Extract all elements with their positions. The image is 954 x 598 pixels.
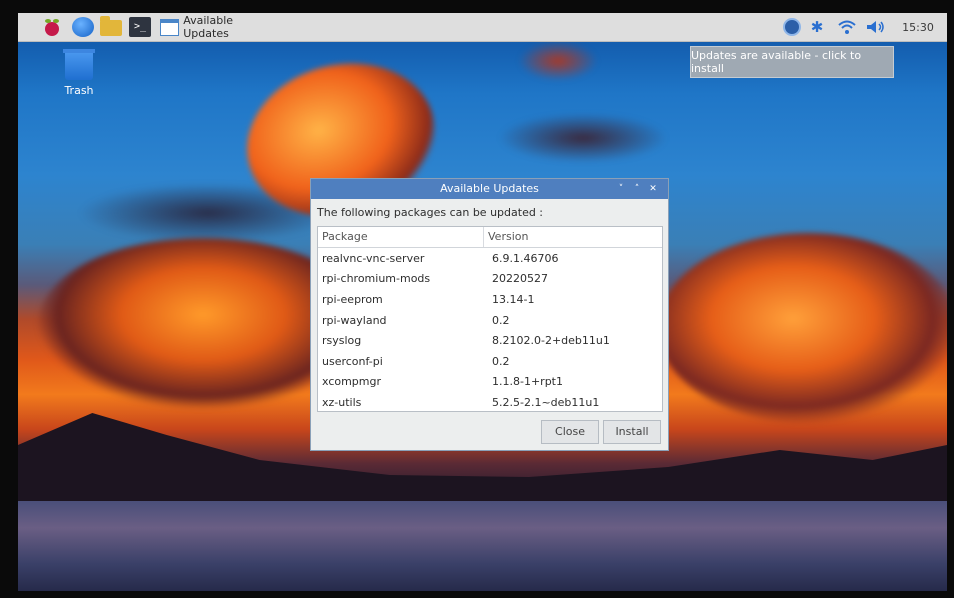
package-version: 8.2102.0-2+deb11u1 xyxy=(492,334,610,348)
bluetooth-icon[interactable]: ✱ xyxy=(808,16,826,38)
dialog-title: Available Updates xyxy=(440,182,539,195)
list-header: Package Version xyxy=(318,227,662,248)
taskbar-window-button[interactable]: Available Updates xyxy=(160,14,278,40)
available-updates-dialog: Available Updates ˅ ˄ ✕ The following pa… xyxy=(310,178,669,451)
install-button[interactable]: Install xyxy=(603,420,661,444)
table-row[interactable]: rsyslog 8.2102.0-2+deb11u1 xyxy=(318,330,662,351)
trash-icon xyxy=(63,49,95,80)
package-version: 5.2.5-2.1~deb11u1 xyxy=(492,395,600,409)
table-row[interactable]: rpi-eeprom 13.14-1 xyxy=(318,289,662,310)
update-notification[interactable]: Updates are available - click to install xyxy=(690,46,894,78)
wallpaper-cloud xyxy=(498,113,668,163)
taskbar-window-title: Available Updates xyxy=(183,14,234,40)
package-name: realvnc-vnc-server xyxy=(322,251,425,265)
terminal-icon[interactable]: >_ xyxy=(129,17,151,37)
trash-label: Trash xyxy=(64,84,94,97)
table-row[interactable]: rpi-chromium-mods 20220527 xyxy=(318,269,662,290)
wallpaper-sea xyxy=(18,501,947,591)
package-version: 1.1.8-1+rpt1 xyxy=(492,375,563,389)
package-version: 6.9.1.46706 xyxy=(492,251,559,265)
package-name: rpi-eeprom xyxy=(322,292,383,306)
taskbar: >_ Available Updates ✱ 15:30 xyxy=(18,13,947,42)
close-icon[interactable]: ✕ xyxy=(646,179,660,199)
column-header-package[interactable]: Package xyxy=(318,227,484,247)
web-browser-icon[interactable] xyxy=(72,17,94,37)
table-row[interactable]: xz-utils 5.2.5-2.1~deb11u1 xyxy=(318,392,662,413)
package-version: 13.14-1 xyxy=(492,292,535,306)
package-name: xz-utils xyxy=(322,395,362,409)
package-version: 0.2 xyxy=(492,313,510,327)
desktop-trash[interactable]: Trash xyxy=(57,49,101,97)
package-name: rpi-chromium-mods xyxy=(322,272,431,286)
package-version: 20220527 xyxy=(492,272,548,286)
wallpaper-cloud xyxy=(658,233,947,423)
minimize-icon[interactable]: ˅ xyxy=(614,179,628,199)
volume-icon[interactable] xyxy=(864,16,888,38)
package-name: userconf-pi xyxy=(322,354,383,368)
package-rows: realvnc-vnc-server 6.9.1.46706 rpi-chromiu… xyxy=(318,248,662,413)
package-name: rsyslog xyxy=(322,334,362,348)
wallpaper-cloud xyxy=(518,41,598,81)
maximize-icon[interactable]: ˄ xyxy=(630,179,644,199)
package-list[interactable]: Package Version realvnc-vnc-server 6.9.1.… xyxy=(317,226,663,412)
column-header-version[interactable]: Version xyxy=(484,227,528,247)
file-manager-icon[interactable] xyxy=(100,16,122,36)
package-name: xcompmgr xyxy=(322,375,382,389)
package-version: 0.2 xyxy=(492,354,510,368)
table-row[interactable]: userconf-pi 0.2 xyxy=(318,351,662,372)
table-row[interactable]: rpi-wayland 0.2 xyxy=(318,310,662,331)
raspberry-pi-menu-icon[interactable] xyxy=(42,17,62,37)
table-row[interactable]: xcompmgr 1.1.8-1+rpt1 xyxy=(318,372,662,393)
updater-icon[interactable] xyxy=(781,16,803,38)
dialog-intro-text: The following packages can be updated : xyxy=(317,206,544,219)
table-row[interactable]: realvnc-vnc-server 6.9.1.46706 xyxy=(318,248,662,269)
dialog-titlebar[interactable]: Available Updates ˅ ˄ ✕ xyxy=(311,179,668,199)
window-icon xyxy=(160,18,180,36)
wifi-icon[interactable] xyxy=(836,16,858,38)
clock[interactable]: 15:30 xyxy=(898,16,938,38)
package-name: rpi-wayland xyxy=(322,313,387,327)
close-button[interactable]: Close xyxy=(541,420,599,444)
